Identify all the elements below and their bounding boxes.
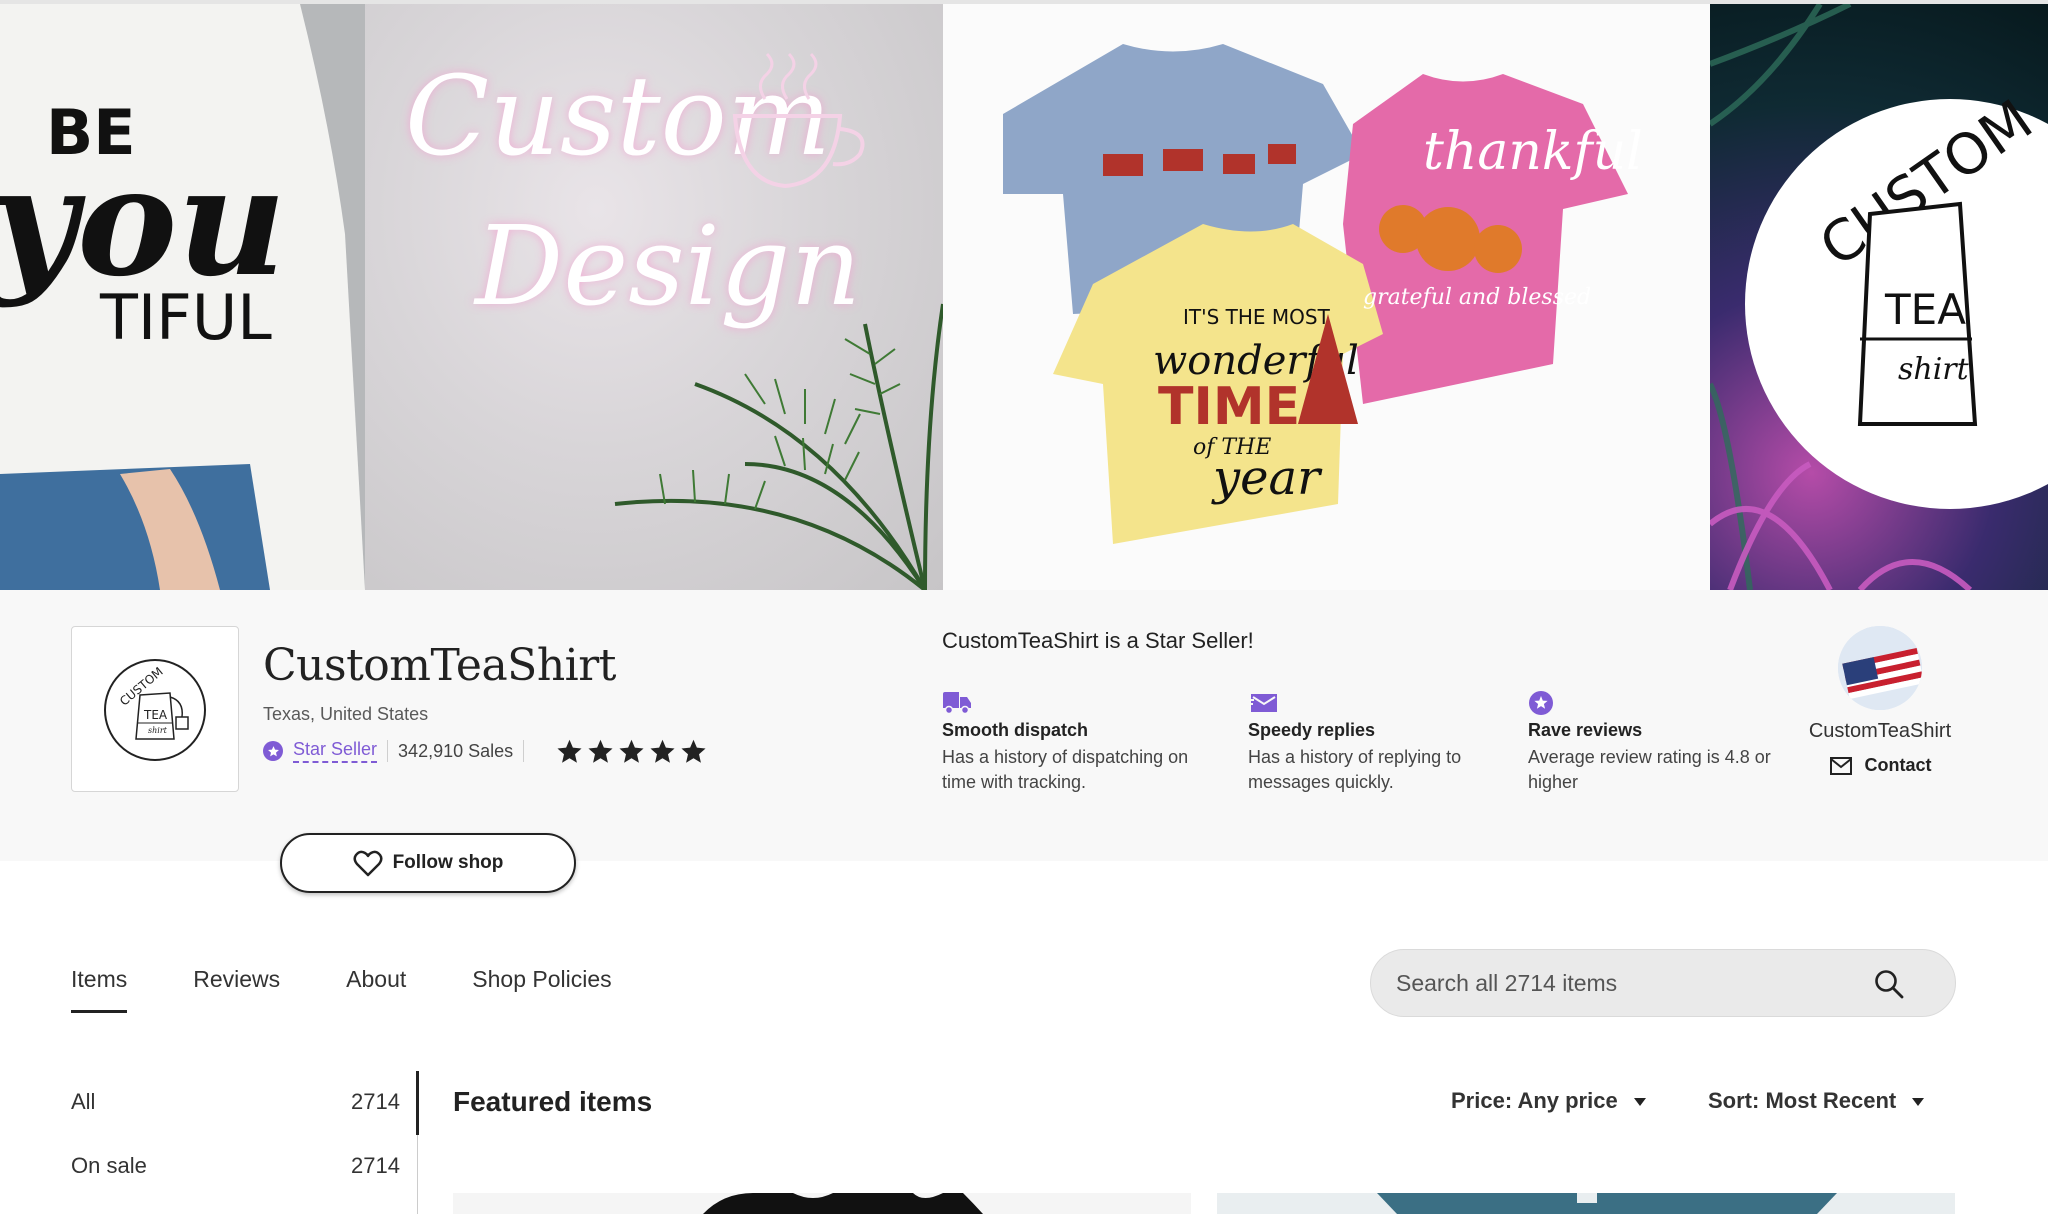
- search-input[interactable]: [1396, 950, 1876, 1016]
- search-icon[interactable]: [1873, 968, 1905, 1000]
- rating-stars[interactable]: [556, 738, 707, 765]
- svg-text:IT'S THE MOST: IT'S THE MOST: [1183, 305, 1331, 329]
- banner-panel-beyoutiful-shirt: BE you TIFUL: [0, 4, 365, 590]
- divider: [387, 740, 389, 762]
- sidebar-item-label: All: [71, 1089, 96, 1114]
- sidebar-item-count: 2714: [351, 1153, 400, 1178]
- price-filter-dropdown[interactable]: Price: Any price: [1451, 1088, 1646, 1114]
- sidebar-item-count: 2714: [351, 1089, 400, 1114]
- svg-text:thankful: thankful: [1423, 122, 1643, 182]
- star-seller-link[interactable]: Star Seller: [293, 739, 378, 763]
- star-icon: [619, 739, 644, 763]
- truck-icon: [943, 692, 971, 715]
- feature-description: Average review rating is 4.8 or higher: [1528, 747, 1771, 792]
- sort-dropdown[interactable]: Sort: Most Recent: [1708, 1088, 1925, 1114]
- feature-rave-reviews: Rave reviews Average review rating is 4.…: [1528, 690, 1798, 795]
- shop-search: [1370, 949, 1956, 1017]
- tab-about[interactable]: About: [346, 966, 406, 1013]
- banner-panel-custom-design: Custom Design Custom Design: [365, 4, 943, 590]
- svg-text:shirt: shirt: [148, 726, 168, 735]
- sidebar-active-indicator: [416, 1071, 419, 1135]
- shop-owner: CustomTeaShirt Contact: [1805, 626, 1955, 776]
- follow-shop-button[interactable]: Follow shop: [280, 833, 576, 893]
- shop-header: CUSTOM TEA shirt CustomTeaShirt Texas, U…: [0, 590, 2048, 861]
- listing-thumbnail[interactable]: [1217, 1193, 1955, 1214]
- tab-reviews[interactable]: Reviews: [193, 966, 280, 1013]
- svg-text:TIME: TIME: [1158, 377, 1300, 437]
- shop-tabs: Items Reviews About Shop Policies: [71, 966, 678, 1013]
- svg-text:Design: Design: [473, 202, 861, 330]
- listing-thumbnail[interactable]: [453, 1193, 1191, 1214]
- shop-location: Texas, United States: [263, 704, 429, 724]
- shop-name: CustomTeaShirt: [263, 640, 616, 691]
- sidebar-item-on-sale[interactable]: On sale 2714: [71, 1134, 400, 1198]
- shop-logo[interactable]: CUSTOM TEA shirt: [71, 626, 239, 792]
- tab-items[interactable]: Items: [71, 966, 128, 1013]
- sidebar-divider: [417, 1135, 418, 1214]
- tab-shop-policies[interactable]: Shop Policies: [472, 966, 611, 1013]
- star-seller-icon: [263, 741, 283, 761]
- feature-speedy-replies: Speedy replies Has a history of replying…: [1248, 690, 1518, 795]
- svg-text:TIFUL: TIFUL: [99, 281, 272, 354]
- divider: [523, 740, 525, 762]
- svg-text:shirt: shirt: [1898, 352, 1970, 387]
- star-icon: [588, 739, 613, 763]
- caret-down-icon: [1633, 1098, 1646, 1106]
- featured-items-title: Featured items: [453, 1086, 653, 1117]
- star-badge-icon: [1529, 691, 1553, 715]
- owner-avatar[interactable]: [1838, 626, 1922, 710]
- sidebar-item-label: On sale: [71, 1153, 147, 1178]
- feature-title: Rave reviews: [1528, 720, 1643, 740]
- banner-panel-custom-tea-logo: CUSTOM TEA shirt: [1710, 4, 2048, 590]
- caret-down-icon: [1912, 1098, 1925, 1106]
- sort-label: Sort: Most Recent: [1708, 1088, 1897, 1113]
- envelope-icon: [1829, 756, 1852, 775]
- star-icon: [557, 739, 582, 763]
- contact-button[interactable]: Contact: [1805, 755, 1955, 776]
- feature-smooth-dispatch: Smooth dispatch Has a history of dispatc…: [942, 690, 1212, 795]
- svg-text:grateful and blessed: grateful and blessed: [1363, 285, 1591, 310]
- svg-text:TEA: TEA: [1884, 285, 1966, 334]
- star-seller-title: CustomTeaShirt is a Star Seller!: [942, 628, 1254, 653]
- star-icon: [650, 739, 675, 763]
- feature-description: Has a history of dispatching on time wit…: [942, 747, 1189, 792]
- svg-text:year: year: [1211, 450, 1323, 506]
- heart-icon: [353, 850, 383, 876]
- sidebar-item-all[interactable]: All 2714: [71, 1070, 400, 1134]
- feature-title: Smooth dispatch: [942, 720, 1089, 740]
- star-icon: [681, 739, 706, 763]
- price-filter-label: Price: Any price: [1451, 1088, 1618, 1113]
- section-sidebar: All 2714 On sale 2714: [71, 1070, 416, 1198]
- shop-stats: Star Seller 342,910 Sales: [263, 738, 707, 764]
- message-icon: [1248, 694, 1277, 712]
- contact-label: Contact: [1864, 755, 1932, 775]
- shop-banner: BE you TIFUL Custom Design Custom Design: [0, 0, 2048, 590]
- follow-shop-label: Follow shop: [392, 852, 504, 873]
- sales-count: 342,910 Sales: [398, 740, 514, 761]
- svg-text:TEA: TEA: [143, 708, 168, 722]
- owner-name[interactable]: CustomTeaShirt: [1805, 720, 1955, 743]
- banner-panel-holiday-shirts: thankful grateful and blessed IT'S THE M…: [943, 4, 1710, 590]
- feature-description: Has a history of replying to messages qu…: [1248, 747, 1462, 792]
- feature-title: Speedy replies: [1248, 720, 1376, 740]
